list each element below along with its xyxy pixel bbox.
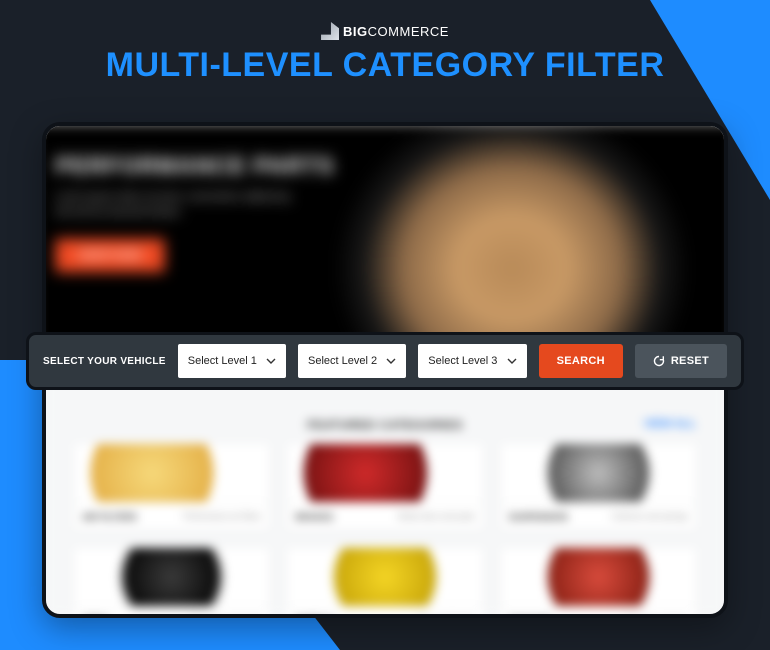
brand-name-light: COMMERCE — [368, 24, 449, 39]
category-sub: Performance air filters — [183, 512, 261, 521]
level3-select[interactable]: Select Level 3 — [418, 344, 526, 378]
category-card[interactable]: BRAKES Brake discs and pads — [287, 444, 482, 530]
category-card[interactable]: SUSPENSION Coilovers and springs — [501, 444, 696, 530]
level3-placeholder: Select Level 3 — [428, 355, 497, 367]
chevron-down-icon — [386, 356, 396, 366]
category-name: TIRES — [82, 616, 109, 619]
filter-label: SELECT YOUR VEHICLE — [43, 356, 166, 367]
category-card[interactable]: TIRES All-season and track — [74, 548, 269, 618]
level2-placeholder: Select Level 2 — [308, 355, 377, 367]
category-sub: All-season and track — [189, 616, 261, 618]
category-card[interactable]: AIR FILTERS Performance air filters — [74, 444, 269, 530]
category-thumb — [74, 548, 269, 606]
category-grid: AIR FILTERS Performance air filters BRAKE… — [74, 444, 696, 618]
category-sub: Brake discs and pads — [398, 512, 475, 521]
category-name: WHEELS — [295, 616, 334, 619]
reset-label: RESET — [671, 355, 709, 367]
category-thumb — [287, 444, 482, 502]
brand-mark-icon — [321, 22, 339, 40]
category-name: BRAKES — [295, 512, 333, 522]
level2-select[interactable]: Select Level 2 — [298, 344, 406, 378]
category-sub: Coilovers and springs — [611, 512, 688, 521]
category-name: SUSPENSION — [509, 512, 568, 522]
category-name: AIR FILTERS — [82, 512, 137, 522]
brand-logo: BIGCOMMERCE — [0, 22, 770, 40]
chevron-down-icon — [266, 356, 276, 366]
search-button[interactable]: SEARCH — [539, 344, 623, 378]
vehicle-filter-bar: SELECT YOUR VEHICLE Select Level 1 Selec… — [26, 332, 744, 390]
category-sub: Alloy and forged — [417, 616, 475, 618]
category-thumb — [501, 444, 696, 502]
page-title: MULTI-LEVEL CATEGORY FILTER — [0, 46, 770, 85]
hero-banner: PERFORMANCE PARTS Lorem ipsum dolor sit … — [42, 122, 728, 367]
view-all-link[interactable]: VIEW ALL — [644, 418, 696, 430]
category-card[interactable]: EXHAUST Cat-back systems — [501, 548, 696, 618]
brand-name: BIGCOMMERCE — [343, 24, 449, 39]
hero-subtext: Lorem ipsum dolor sit amet, consectetur … — [55, 190, 294, 220]
category-sub: Cat-back systems — [624, 616, 688, 618]
level1-select[interactable]: Select Level 1 — [178, 344, 286, 378]
featured-section: FEATURED CATEGORIES VIEW ALL AIR FILTERS… — [46, 362, 724, 614]
brand-name-bold: BIG — [343, 24, 368, 39]
reset-icon — [653, 355, 665, 367]
section-heading: FEATURED CATEGORIES — [74, 418, 696, 432]
category-thumb — [74, 444, 269, 502]
reset-button[interactable]: RESET — [635, 344, 727, 378]
category-card[interactable]: WHEELS Alloy and forged — [287, 548, 482, 618]
level1-placeholder: Select Level 1 — [188, 355, 257, 367]
chevron-down-icon — [507, 356, 517, 366]
category-thumb — [287, 548, 482, 606]
category-thumb — [501, 548, 696, 606]
hero-heading: PERFORMANCE PARTS — [55, 152, 714, 179]
hero-cta-button[interactable]: SHOP NOW — [55, 239, 164, 272]
category-name: EXHAUST — [509, 616, 552, 619]
